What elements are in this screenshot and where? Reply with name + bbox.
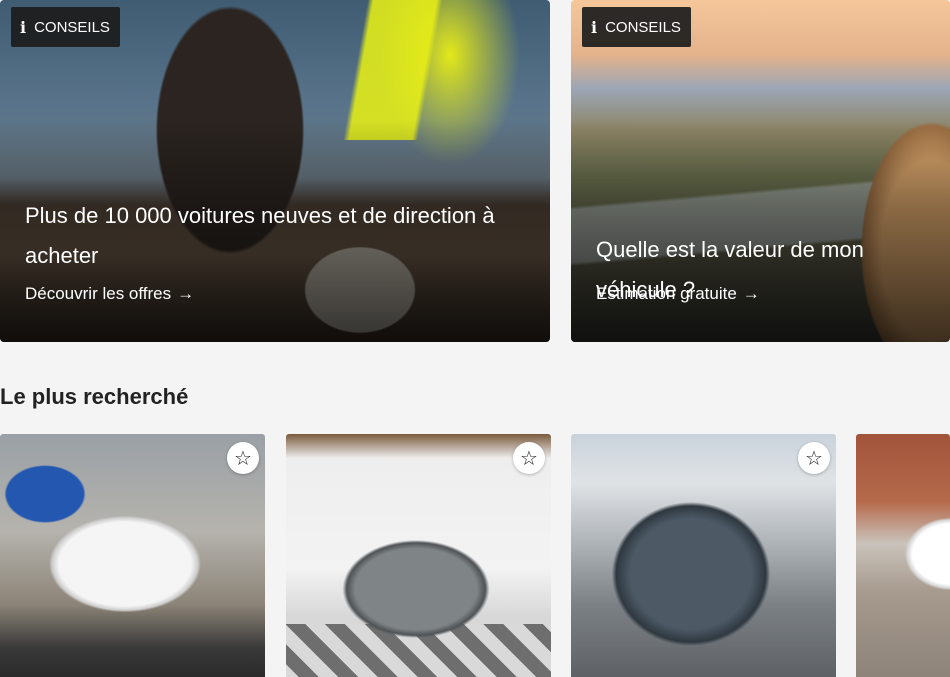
tag-label: CONSEILS xyxy=(34,18,110,36)
car-card[interactable]: ☆ xyxy=(286,434,551,677)
free-estimate-link[interactable]: Estimation gratuite → xyxy=(596,284,760,304)
star-outline-icon[interactable]: ☆ xyxy=(513,442,545,474)
arrow-right-icon: → xyxy=(742,284,760,303)
section-title-most-searched: Le plus recherché xyxy=(0,384,189,409)
promo-card-valuation[interactable]: i CONSEILS Quelle est la valeur de mon v… xyxy=(571,0,950,342)
car-card[interactable] xyxy=(856,434,950,677)
conseils-tag: i CONSEILS xyxy=(582,7,691,47)
car-card[interactable]: ☆ xyxy=(571,434,836,677)
arrow-right-icon: → xyxy=(177,284,195,303)
discover-offers-link[interactable]: Découvrir les offres → xyxy=(25,284,194,304)
info-icon: i xyxy=(20,17,27,37)
link-label: Estimation gratuite xyxy=(596,284,737,303)
car-card[interactable]: ☆ xyxy=(0,434,265,677)
conseils-tag: i CONSEILS xyxy=(11,7,120,47)
tag-label: CONSEILS xyxy=(605,18,681,36)
promo-card-new-cars[interactable]: i CONSEILS Plus de 10 000 voitures neuve… xyxy=(0,0,550,342)
star-outline-icon[interactable]: ☆ xyxy=(227,442,259,474)
star-outline-icon[interactable]: ☆ xyxy=(798,442,830,474)
link-label: Découvrir les offres xyxy=(25,284,172,303)
promo-title: Plus de 10 000 voitures neuves et de dir… xyxy=(25,203,495,268)
info-icon: i xyxy=(591,17,598,37)
